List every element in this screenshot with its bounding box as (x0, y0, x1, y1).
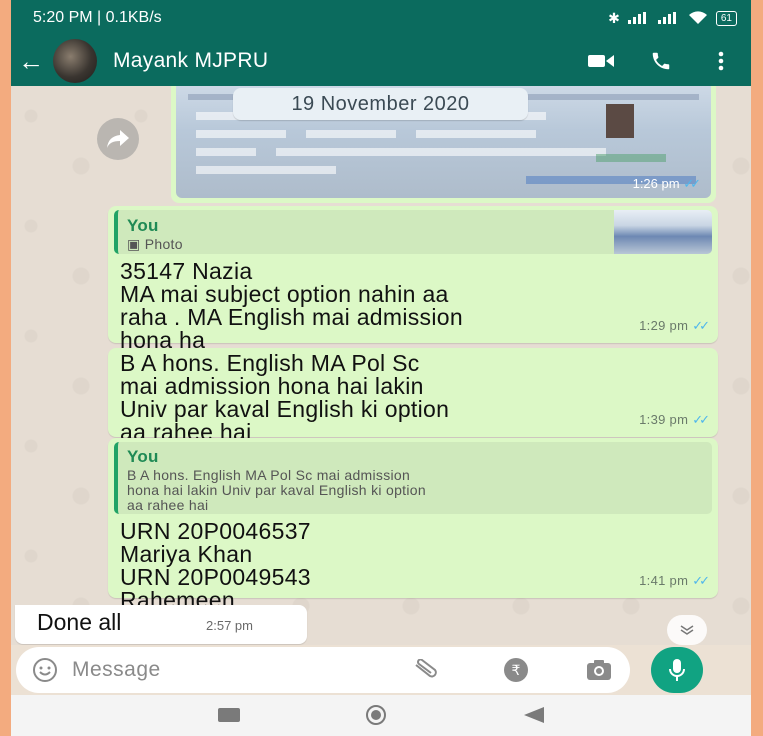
mic-button[interactable] (651, 647, 703, 693)
phone-screen: 5:20 PM | 0.1KB/s ✱ 61 ← Mayank MJPRU 1:… (11, 0, 751, 736)
navigation-bar (11, 695, 751, 736)
forward-icon[interactable] (97, 118, 139, 160)
message-placeholder: Message (72, 658, 161, 681)
chevron-double-down-icon (680, 625, 694, 635)
recents-icon[interactable] (218, 708, 240, 722)
quote-line: aa rahee hai (127, 497, 209, 513)
photo-icon: ▣ (127, 236, 141, 252)
read-ticks-icon: ✓✓ (692, 412, 710, 427)
contact-name[interactable]: Mayank MJPRU (113, 49, 571, 73)
status-bar: 5:20 PM | 0.1KB/s ✱ 61 (11, 0, 751, 36)
back-arrow-icon[interactable]: ← (13, 46, 49, 77)
incoming-message[interactable]: Done all 2:57 pm (15, 605, 307, 644)
wifi-icon (688, 11, 707, 24)
signal-icon-2 (657, 12, 676, 24)
chat-header: ← Mayank MJPRU (11, 36, 751, 86)
message-line: URN 20P0049543 (120, 564, 311, 590)
voice-call-icon[interactable] (631, 50, 691, 72)
rupee-payment-icon[interactable]: ₹ (503, 657, 529, 683)
chat-area[interactable]: 1:26 pm ✓✓ 19 November 2020 You ▣ Photo … (11, 86, 751, 645)
message-time: 1:41 pm ✓✓ (639, 569, 710, 592)
quoted-message[interactable]: You ▣ Photo (114, 210, 712, 254)
read-ticks-icon: ✓✓ (692, 318, 710, 333)
message-time: 1:26 pm ✓✓ (632, 176, 701, 191)
bluetooth-icon: ✱ (608, 9, 620, 26)
message-text: Done all (37, 609, 122, 635)
outgoing-message[interactable]: B A hons. English MA Pol Sc mai admissio… (108, 348, 718, 444)
emoji-icon[interactable] (32, 657, 58, 683)
read-ticks-icon: ✓✓ (692, 573, 710, 588)
outgoing-message[interactable]: You B A hons. English MA Pol Sc mai admi… (108, 438, 718, 612)
message-time: 1:39 pm ✓✓ (639, 408, 710, 431)
outgoing-message[interactable]: You ▣ Photo 35147 Nazia MA mai subject o… (108, 206, 718, 352)
quoted-message[interactable]: You B A hons. English MA Pol Sc mai admi… (114, 442, 712, 514)
quote-thumbnail (614, 210, 712, 254)
message-time: 1:29 pm ✓✓ (639, 314, 710, 337)
message-line: mai admission hona hai lakin (120, 373, 424, 399)
quote-line: hona hai lakin Univ par kaval English ki… (127, 482, 426, 498)
microphone-icon (669, 659, 685, 681)
scroll-down-button[interactable] (667, 615, 707, 645)
status-time: 5:20 PM | 0.1KB/s (33, 9, 162, 26)
message-line: raha . MA English mai admission (120, 304, 463, 330)
message-time: 2:57 pm (206, 618, 253, 633)
more-options-icon[interactable] (691, 51, 751, 71)
attach-icon[interactable] (412, 659, 440, 681)
message-line: Mariya Khan (120, 541, 253, 567)
avatar[interactable] (53, 39, 97, 83)
back-icon[interactable] (524, 707, 544, 723)
quote-author: You (127, 447, 159, 466)
signal-icon (627, 12, 646, 24)
message-line: URN 20P0046537 (120, 518, 311, 544)
read-ticks-icon: ✓✓ (683, 176, 701, 191)
status-icons: ✱ 61 (608, 10, 737, 27)
message-line: MA mai subject option nahin aa (120, 281, 449, 307)
date-separator: 19 November 2020 (233, 88, 528, 120)
home-icon[interactable] (366, 705, 386, 725)
svg-text:₹: ₹ (512, 663, 521, 679)
camera-icon[interactable] (586, 659, 612, 681)
message-line: B A hons. English MA Pol Sc (120, 350, 420, 376)
battery-icon: 61 (715, 10, 737, 26)
quote-line: B A hons. English MA Pol Sc mai admissio… (127, 467, 411, 483)
message-input[interactable]: Message ₹ (16, 647, 630, 693)
composer: Message ₹ (11, 645, 751, 695)
message-line: 35147 Nazia (120, 258, 253, 284)
video-call-icon[interactable] (571, 53, 631, 69)
message-line: Univ par kaval English ki option (120, 396, 450, 422)
